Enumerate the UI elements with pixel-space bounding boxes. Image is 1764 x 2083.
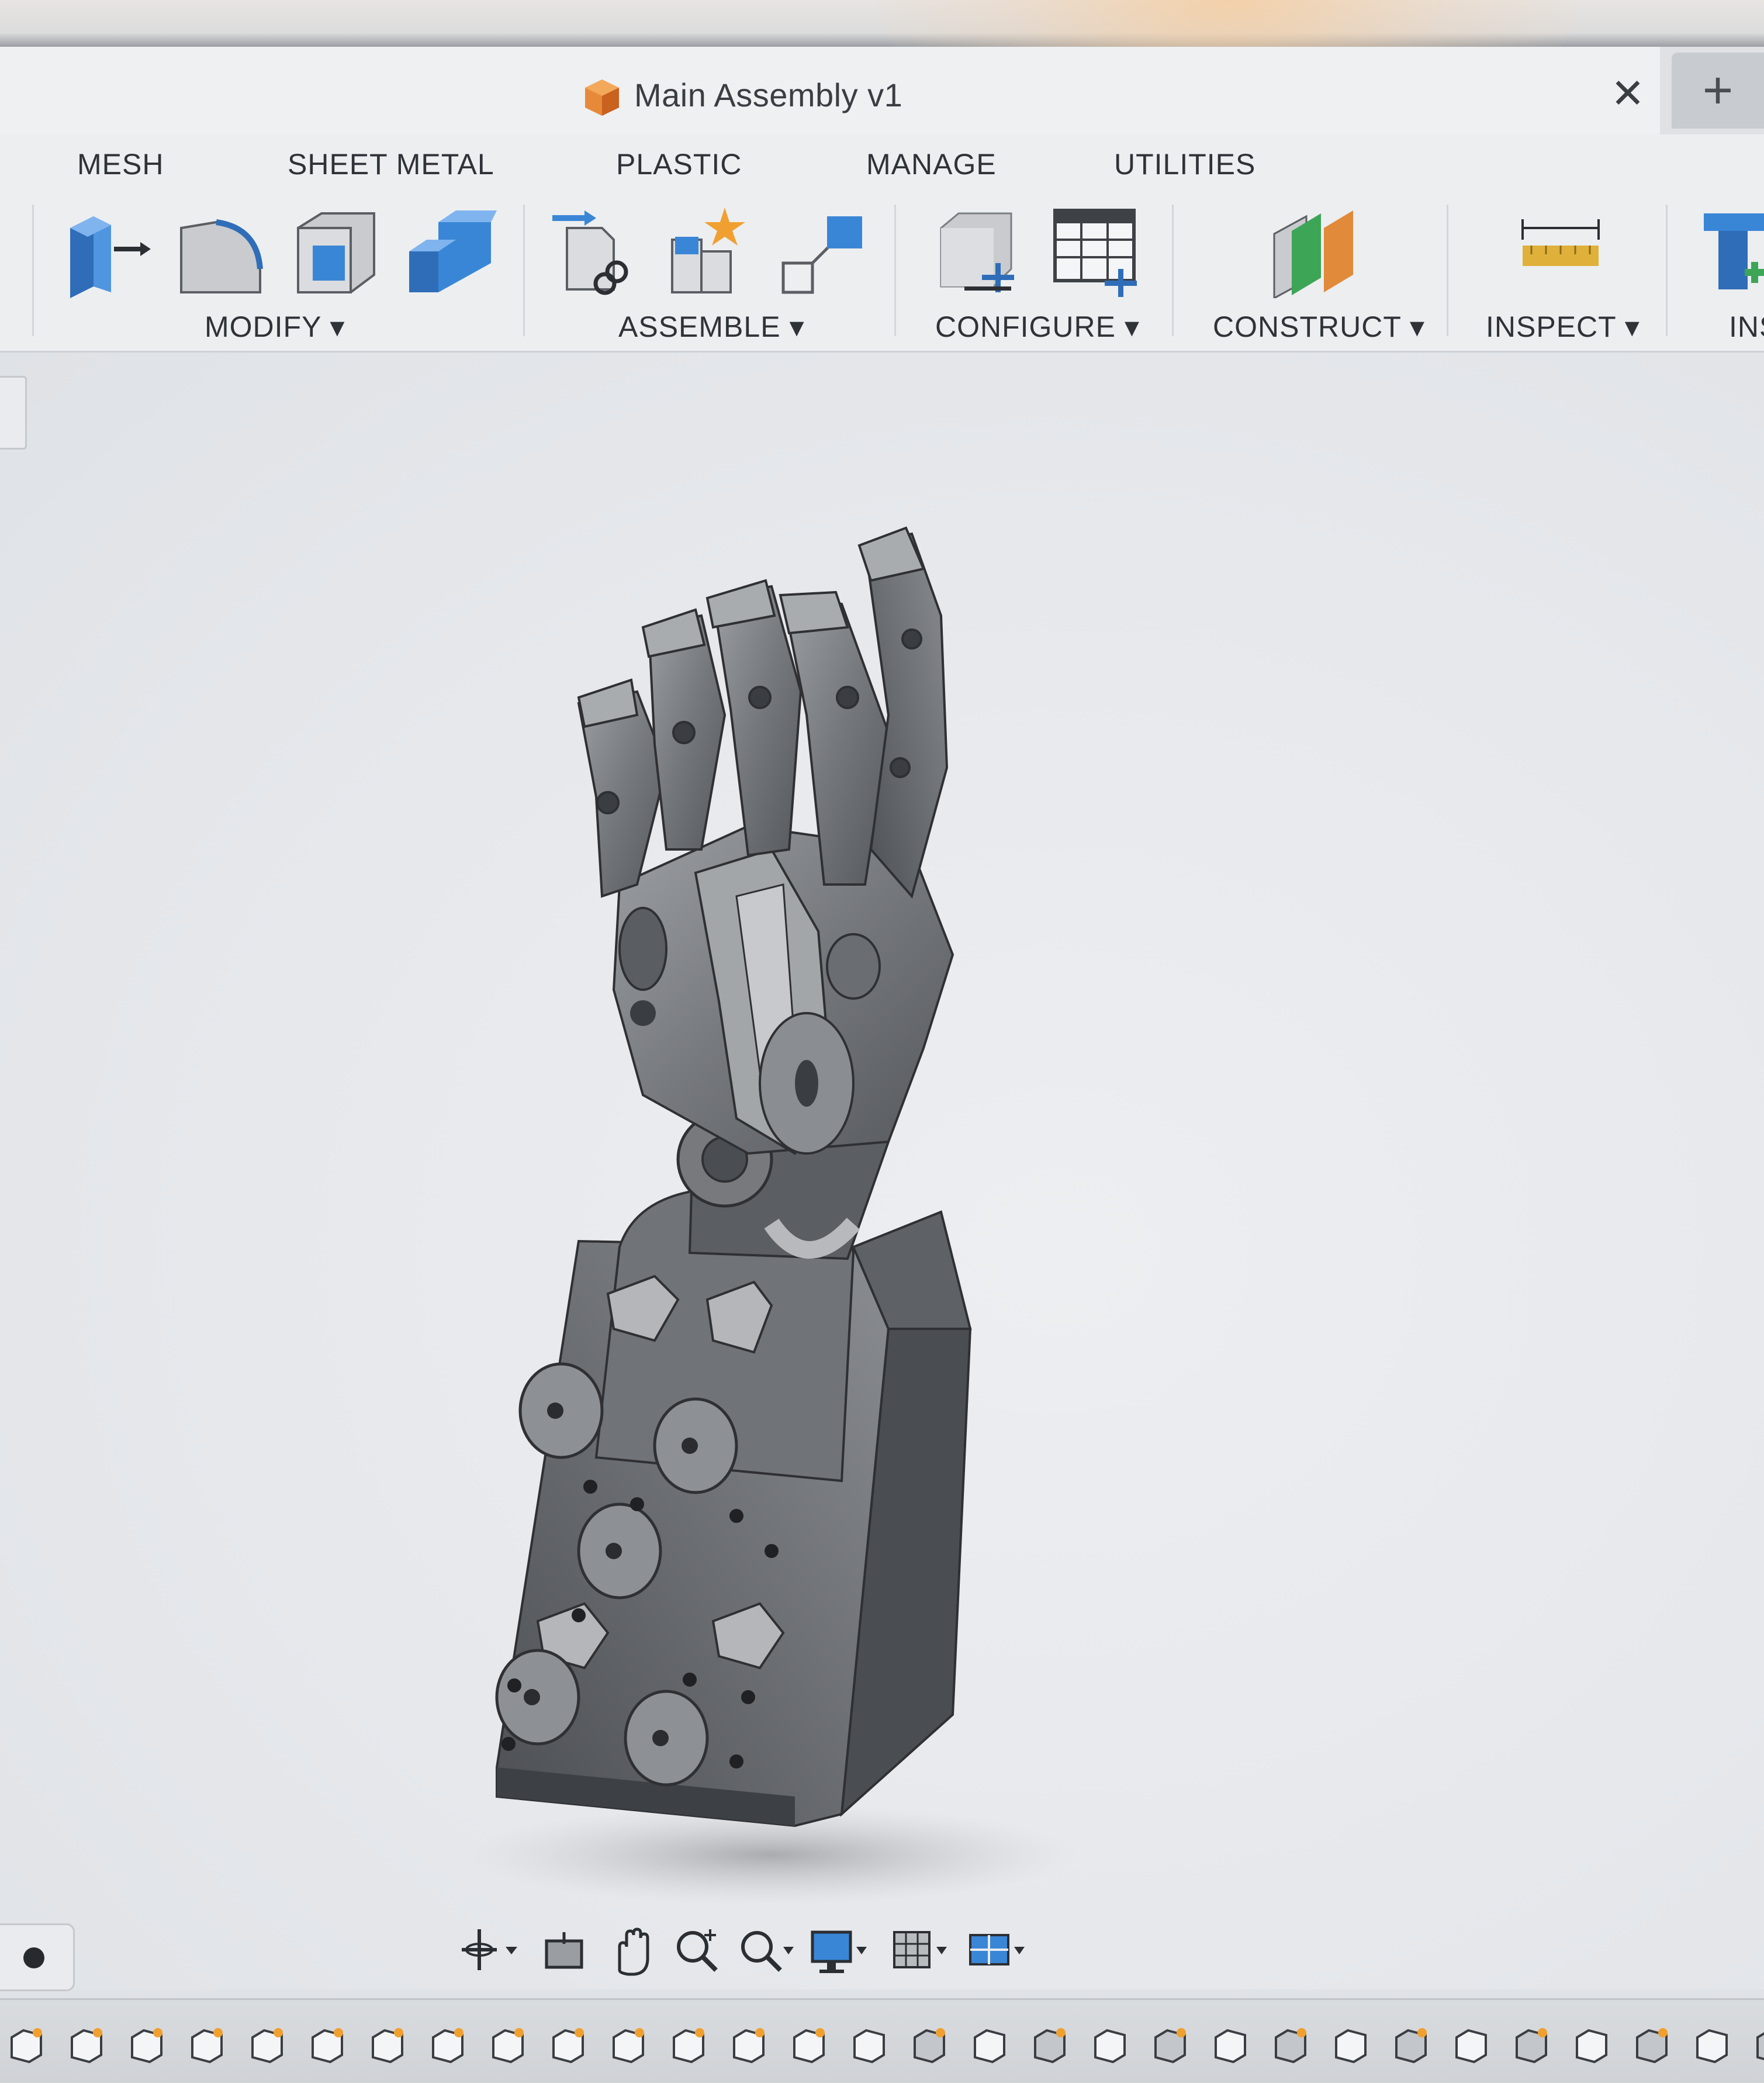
- timeline-component-icon[interactable]: [1330, 2025, 1371, 2065]
- display-settings-icon[interactable]: [807, 1920, 871, 1979]
- timeline-component-icon[interactable]: [849, 2025, 890, 2065]
- timeline-component-icon[interactable]: [1089, 2025, 1130, 2065]
- group-divider: [894, 205, 896, 336]
- insert-menu[interactable]: INS: [1729, 310, 1764, 344]
- fusion-window: Main Assembly v1 ✕ + MESH SHEET METAL PL…: [0, 0, 1764, 2083]
- timeline-component-icon[interactable]: [1270, 2025, 1311, 2065]
- joint-icon[interactable]: [660, 205, 754, 298]
- timeline-component-icon[interactable]: [1571, 2025, 1612, 2065]
- toolbar-ribbon: MODIFY ▾ ASSEMBLE ▾ CONFIGURE ▾ CONSTRUC…: [0, 193, 1764, 353]
- configuration-table-icon[interactable]: [1046, 205, 1140, 298]
- timeline: [0, 1998, 1764, 2083]
- tab-manage[interactable]: MANAGE: [866, 147, 997, 181]
- timeline-component-icon[interactable]: [1029, 2025, 1070, 2065]
- new-tab-button[interactable]: +: [1672, 53, 1764, 129]
- zoom-icon[interactable]: [666, 1920, 731, 1979]
- group-divider: [32, 205, 34, 336]
- status-indicator[interactable]: [0, 1923, 75, 1991]
- group-divider: [1666, 205, 1668, 336]
- press-pull-icon[interactable]: [58, 205, 152, 298]
- timeline-component-icon[interactable]: [6, 2025, 47, 2065]
- timeline-component-icon[interactable]: [1210, 2025, 1251, 2065]
- forearm-base: [495, 1187, 972, 1828]
- group-divider: [1172, 205, 1174, 336]
- inspect-menu[interactable]: INSPECT ▾: [1486, 310, 1640, 344]
- timeline-component-icon[interactable]: [487, 2025, 528, 2065]
- status-dot-icon: [23, 1947, 44, 1968]
- offset-plane-icon[interactable]: [1265, 205, 1359, 298]
- timeline-component-icon[interactable]: [668, 2025, 709, 2065]
- insert-icon[interactable]: [1701, 205, 1764, 298]
- group-divider: [1447, 205, 1448, 336]
- grid-settings-icon[interactable]: [888, 1920, 953, 1979]
- timeline-component-icon[interactable]: [186, 2025, 227, 2065]
- fit-icon[interactable]: [731, 1920, 795, 1979]
- timeline-component-icon[interactable]: [1391, 2025, 1431, 2065]
- robotic-hand-model[interactable]: [444, 522, 1146, 1913]
- orbit-icon[interactable]: [456, 1920, 520, 1979]
- workspace-tab-row: MESH SHEET METAL PLASTIC MANAGE UTILITIE…: [0, 134, 1764, 193]
- timeline-component-icon[interactable]: [909, 2025, 950, 2065]
- document-tab[interactable]: Main Assembly v1 ✕: [0, 47, 1660, 134]
- navigation-bar: [444, 1912, 1064, 1988]
- assemble-menu[interactable]: ASSEMBLE ▾: [618, 310, 805, 344]
- timeline-component-icon[interactable]: [548, 2025, 589, 2065]
- pan-icon[interactable]: [602, 1920, 666, 1979]
- timeline-component-icon[interactable]: [1451, 2025, 1492, 2065]
- group-divider: [523, 205, 525, 336]
- construct-menu[interactable]: CONSTRUCT ▾: [1213, 310, 1425, 344]
- timeline-component-icon[interactable]: [788, 2025, 829, 2065]
- as-built-joint-icon[interactable]: [772, 205, 865, 298]
- timeline-component-icon[interactable]: [427, 2025, 468, 2065]
- timeline-component-icon[interactable]: [608, 2025, 649, 2065]
- timeline-component-icon[interactable]: [367, 2025, 408, 2065]
- document-title: Main Assembly v1: [634, 77, 903, 113]
- 3d-viewport[interactable]: [0, 353, 1764, 1989]
- document-tab-bar: Main Assembly v1 ✕ +: [0, 47, 1764, 136]
- modify-menu[interactable]: MODIFY ▾: [205, 310, 345, 344]
- timeline-component-icon[interactable]: [1631, 2025, 1672, 2065]
- look-at-icon[interactable]: [532, 1920, 596, 1979]
- browser-panel-toggle[interactable]: [0, 376, 27, 450]
- configure-icon[interactable]: [929, 205, 1023, 298]
- timeline-component-icon[interactable]: [126, 2025, 167, 2065]
- timeline-component-icon[interactable]: [1150, 2025, 1191, 2065]
- tab-plastic[interactable]: PLASTIC: [616, 147, 742, 181]
- measure-icon[interactable]: [1514, 205, 1607, 298]
- timeline-component-icon[interactable]: [969, 2025, 1010, 2065]
- tab-sheet-metal[interactable]: SHEET METAL: [288, 147, 494, 181]
- new-component-icon[interactable]: [549, 205, 643, 298]
- viewports-icon[interactable]: [964, 1920, 1029, 1979]
- timeline-component-icon[interactable]: [307, 2025, 348, 2065]
- close-tab-button[interactable]: ✕: [1604, 70, 1651, 117]
- timeline-component-icon[interactable]: [1692, 2025, 1732, 2065]
- tab-mesh[interactable]: MESH: [77, 147, 164, 181]
- component-cube-icon: [585, 80, 619, 116]
- timeline-component-icon[interactable]: [728, 2025, 769, 2065]
- timeline-component-icon[interactable]: [66, 2025, 107, 2065]
- fillet-icon[interactable]: [172, 205, 266, 298]
- timeline-component-icon[interactable]: [247, 2025, 288, 2065]
- timeline-component-icon[interactable]: [1752, 2025, 1764, 2065]
- tab-utilities[interactable]: UTILITIES: [1114, 147, 1255, 181]
- shell-icon[interactable]: [286, 205, 380, 298]
- fingers: [577, 526, 949, 899]
- timeline-component-icon[interactable]: [1511, 2025, 1552, 2065]
- configure-menu[interactable]: CONFIGURE ▾: [935, 310, 1140, 344]
- combine-icon[interactable]: [403, 205, 497, 298]
